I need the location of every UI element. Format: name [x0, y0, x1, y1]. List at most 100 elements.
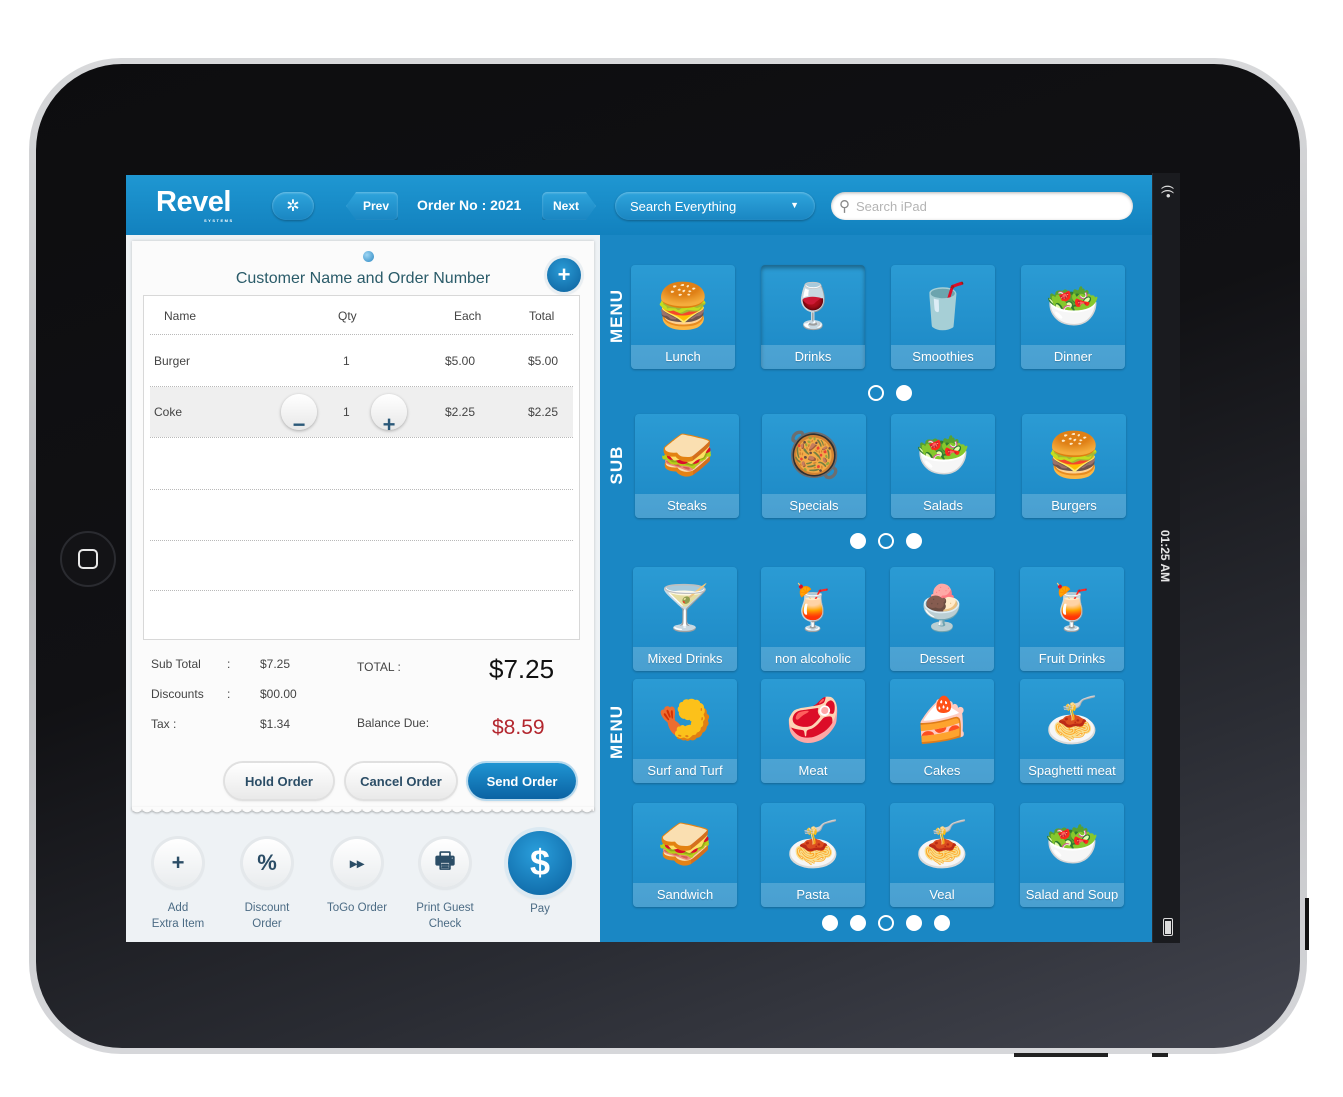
discount-order-button[interactable]: % Discount Order	[222, 827, 312, 932]
prev-order-button[interactable]: Prev	[346, 192, 398, 220]
add-customer-button[interactable]: +	[547, 258, 581, 292]
divider	[150, 540, 573, 541]
settings-button[interactable]: ✲	[272, 192, 314, 220]
category-tile-drinks[interactable]: 🍷 Drinks	[761, 265, 865, 369]
section-label-sub: SUB	[607, 445, 626, 485]
category-tile-smoothies[interactable]: 🥤 Smoothies	[891, 265, 995, 369]
plus-icon: +	[154, 839, 202, 887]
order-number: Order No : 2021	[417, 197, 522, 213]
balance-label: Balance Due:	[357, 716, 430, 730]
tile-label: Sandwich	[633, 883, 737, 907]
dessert-icon: 🍨	[914, 584, 970, 633]
table-header: Name Qty Each Total	[144, 296, 579, 336]
burger-icon: 🍔	[655, 282, 711, 331]
category-tile-lunch[interactable]: 🍔 Lunch	[631, 265, 735, 369]
search-input[interactable]	[856, 198, 1106, 214]
togo-order-button[interactable]: ▸▸ ToGo Order	[312, 827, 402, 916]
seafood-plate-icon: 🍤	[657, 696, 713, 745]
col-header-qty: Qty	[338, 309, 357, 323]
category-tile-dinner[interactable]: 🥗 Dinner	[1021, 265, 1125, 369]
item-tile-non-alcoholic[interactable]: 🍹 non alcoholic	[761, 567, 865, 671]
pager-dot[interactable]	[934, 915, 950, 931]
item-each: $5.00	[445, 354, 476, 368]
section-label-menu: MENU	[607, 288, 626, 344]
item-qty: 1	[343, 354, 350, 368]
add-extra-item-button[interactable]: + Add Extra Item	[133, 827, 223, 932]
search-box[interactable]: ⚲	[831, 192, 1133, 220]
veal-plate-icon: 🍝	[914, 820, 970, 869]
item-each: $2.25	[445, 405, 476, 419]
fruit-drink-icon: 🍹	[1044, 584, 1100, 633]
subcategory-tile-steaks[interactable]: 🥪 Steaks	[635, 414, 739, 518]
pin-icon	[363, 251, 374, 262]
pager-dot-active[interactable]	[868, 385, 884, 401]
cocktail-icon: 🍸	[657, 584, 713, 633]
tile-label: Cakes	[890, 759, 994, 783]
subcategory-tile-salads[interactable]: 🥗 Salads	[891, 414, 995, 518]
print-guest-check-button[interactable]: 🖶 Print Guest Check	[400, 827, 490, 932]
pager-dot[interactable]	[906, 915, 922, 931]
item-tile-mixed-drinks[interactable]: 🍸 Mixed Drinks	[633, 567, 737, 671]
send-order-button[interactable]: Send Order	[468, 763, 576, 799]
hold-order-button[interactable]: Hold Order	[225, 763, 333, 799]
tile-label: Spaghetti meat	[1020, 759, 1124, 783]
logo-subtitle: SYSTEMS	[204, 218, 234, 223]
action-label: Add	[167, 902, 189, 914]
pager-dot[interactable]	[906, 533, 922, 549]
pager-dot[interactable]	[896, 385, 912, 401]
subcategory-tile-specials[interactable]: 🥘 Specials	[762, 414, 866, 518]
cancel-order-button[interactable]: Cancel Order	[346, 763, 456, 799]
dollar-icon: $	[508, 831, 572, 895]
search-scope-dropdown[interactable]: Search Everything ▼	[615, 192, 815, 220]
item-tile-veal[interactable]: 🍝 Veal	[890, 803, 994, 907]
pager-dot[interactable]	[850, 915, 866, 931]
item-name: Burger	[154, 354, 191, 368]
col-header-each: Each	[454, 309, 482, 323]
table-row-selected[interactable]: Coke − 1 + $2.25 $2.25	[150, 387, 573, 437]
pager-dot-active[interactable]	[878, 533, 894, 549]
item-tile-cakes[interactable]: 🍰 Cakes	[890, 679, 994, 783]
order-table: Name Qty Each Total Burger 1 $5.00 $5.00…	[143, 295, 580, 640]
subtotal-label: Sub Total	[151, 657, 201, 671]
pager-dot-active[interactable]	[878, 915, 894, 931]
plus-icon: +	[382, 412, 396, 437]
item-tile-salad-and-soup[interactable]: 🥗 Salad and Soup	[1020, 803, 1124, 907]
pager-dot[interactable]	[850, 533, 866, 549]
subcategory-tile-burgers[interactable]: 🍔 Burgers	[1022, 414, 1126, 518]
item-tile-sandwich[interactable]: 🥪 Sandwich	[633, 803, 737, 907]
percent-icon: %	[243, 839, 291, 887]
item-tile-pasta[interactable]: 🍝 Pasta	[761, 803, 865, 907]
wine-glass-icon: 🍷	[785, 282, 841, 331]
subcategories-pager	[850, 533, 922, 549]
divider	[150, 489, 573, 490]
action-label: ToGo Order	[326, 902, 388, 914]
pager-dot[interactable]	[822, 915, 838, 931]
item-tile-meat[interactable]: 🥩 Meat	[761, 679, 865, 783]
item-tile-fruit-drinks[interactable]: 🍹 Fruit Drinks	[1020, 567, 1124, 671]
skillet-icon: 🥘	[786, 431, 842, 480]
subtotal-value: $7.25	[260, 657, 291, 671]
item-tile-surf-and-turf[interactable]: 🍤 Surf and Turf	[633, 679, 737, 783]
discounts-sep: :	[227, 687, 231, 701]
next-order-button[interactable]: Next	[542, 192, 596, 220]
pay-button[interactable]: $ Pay	[495, 827, 585, 917]
item-total: $5.00	[528, 354, 559, 368]
action-label: Print Guest	[416, 902, 474, 914]
decrease-qty-button[interactable]: −	[281, 394, 317, 437]
spaghetti-icon: 🍝	[1044, 696, 1100, 745]
hardware-button	[1014, 1053, 1108, 1057]
total-value: $7.25	[489, 654, 555, 684]
item-tile-dessert[interactable]: 🍨 Dessert	[890, 567, 994, 671]
total-label: TOTAL :	[357, 660, 401, 674]
item-tile-spaghetti-meat[interactable]: 🍝 Spaghetti meat	[1020, 679, 1124, 783]
home-button[interactable]	[60, 531, 116, 587]
tile-label: Steaks	[635, 494, 739, 518]
action-label: Order	[252, 918, 282, 930]
tile-label: Dessert	[890, 647, 994, 671]
action-bar: + Add Extra Item % Discount Order ▸▸ ToGo …	[126, 827, 600, 942]
customer-order-title[interactable]: Customer Name and Order Number	[132, 270, 594, 288]
section-label-menu: MENU	[607, 704, 626, 760]
increase-qty-button[interactable]: +	[371, 394, 407, 437]
table-row[interactable]: Burger 1 $5.00 $5.00	[150, 336, 573, 386]
discounts-label: Discounts	[151, 687, 204, 701]
